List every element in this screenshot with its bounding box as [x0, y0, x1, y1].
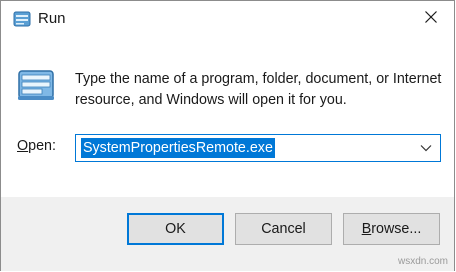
open-input[interactable]: SystemPropertiesRemote.exe — [81, 138, 275, 158]
open-label: Open: — [17, 138, 56, 154]
open-combobox[interactable]: SystemPropertiesRemote.exe — [75, 134, 441, 162]
close-icon — [425, 10, 437, 28]
button-bar: OK Cancel Browse... wsxdn.com — [1, 197, 454, 271]
cancel-button[interactable]: Cancel — [235, 213, 332, 245]
browse-button[interactable]: Browse... — [343, 213, 440, 245]
window-title: Run — [38, 10, 66, 27]
title-bar: Run — [1, 1, 454, 37]
ok-button[interactable]: OK — [127, 213, 224, 245]
dropdown-button[interactable] — [416, 138, 436, 158]
chevron-down-icon — [420, 139, 432, 157]
run-dialog: Run Type the name of a program, folder, … — [0, 0, 455, 271]
run-app-icon — [13, 10, 31, 28]
dialog-description: Type the name of a program, folder, docu… — [75, 71, 442, 108]
watermark: wsxdn.com — [397, 256, 448, 267]
close-button[interactable] — [408, 1, 454, 37]
run-dialog-icon — [16, 65, 56, 105]
dialog-content: Type the name of a program, folder, docu… — [1, 37, 454, 197]
